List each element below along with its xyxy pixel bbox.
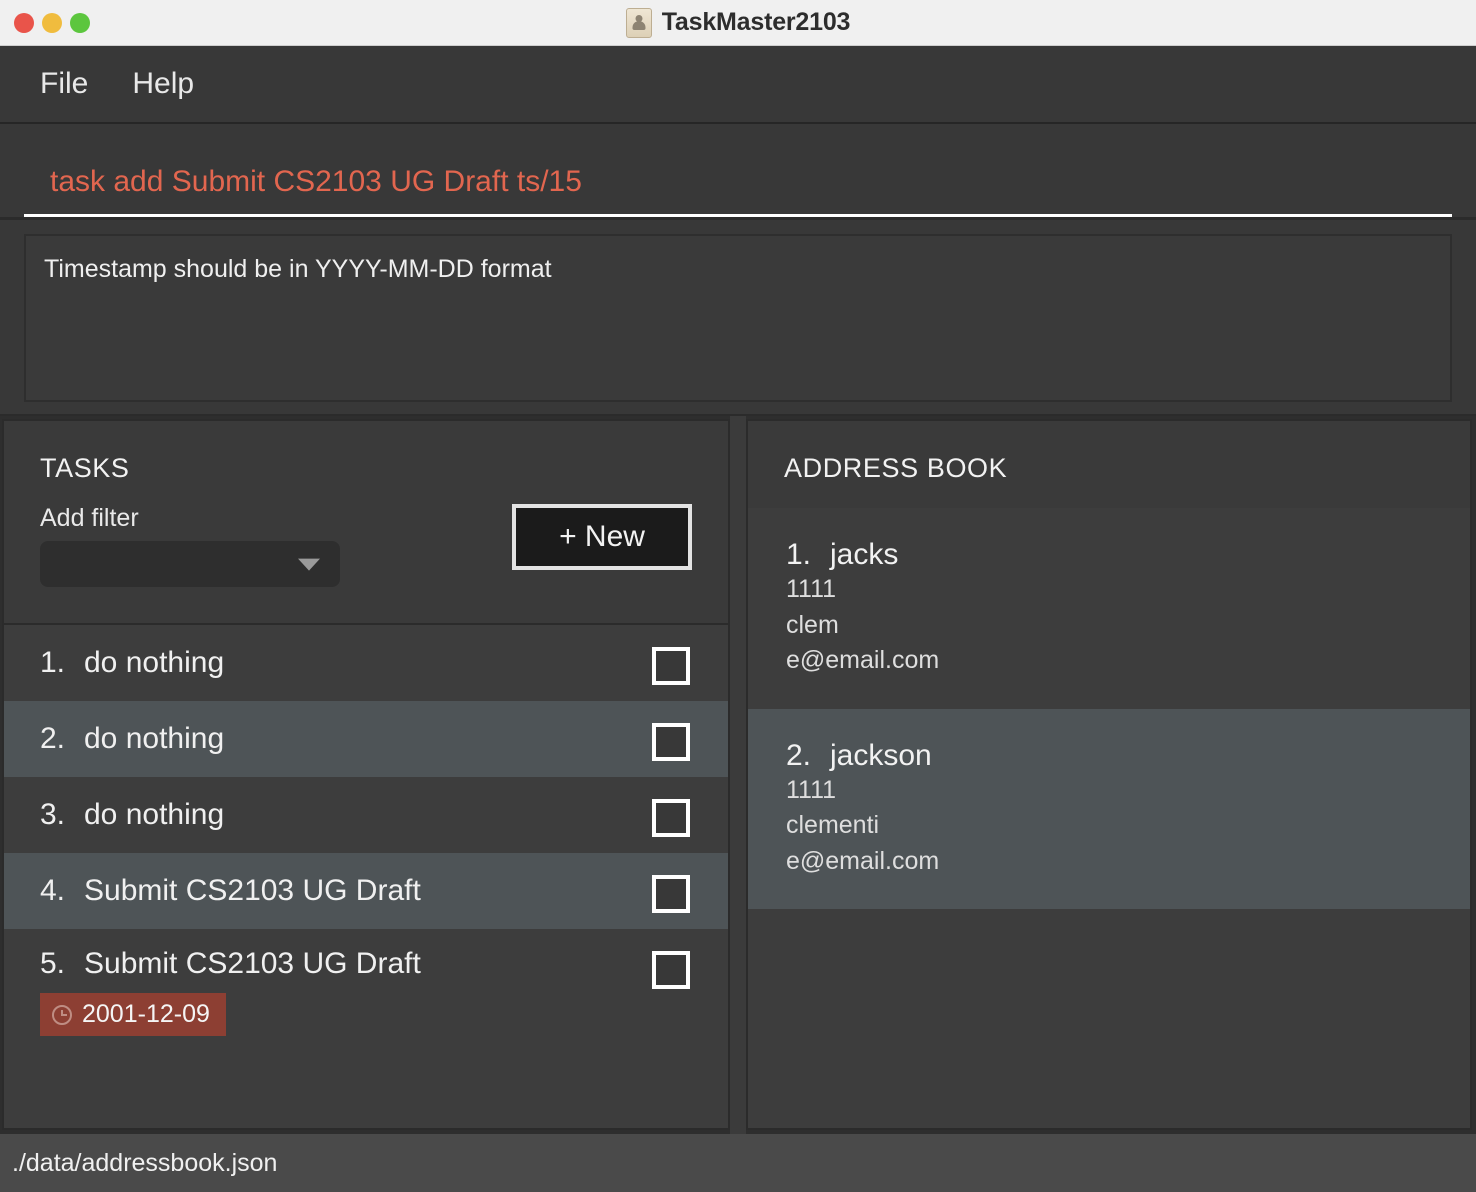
person-address: clem xyxy=(786,610,839,639)
person-name: jackson xyxy=(830,738,932,772)
person-list-item[interactable]: 1. jacks 1111 clem e@email.com xyxy=(748,508,1470,709)
task-done-checkbox[interactable] xyxy=(652,951,690,989)
task-list-item[interactable]: 5. Submit CS2103 UG Draft 2001-12-09 xyxy=(4,929,728,1081)
result-display-box: Timestamp should be in YYYY-MM-DD format xyxy=(24,234,1452,402)
task-due-date-badge: 2001-12-09 xyxy=(40,993,226,1036)
tasks-panel-title: TASKS xyxy=(40,453,130,483)
new-task-button[interactable]: + New xyxy=(512,504,692,570)
window-controls xyxy=(14,12,90,33)
task-name: Submit CS2103 UG Draft xyxy=(84,874,421,907)
close-button[interactable] xyxy=(14,12,34,33)
task-list-item[interactable]: 1. do nothing xyxy=(4,625,728,701)
task-done-checkbox[interactable] xyxy=(652,647,690,685)
person-address: clementi xyxy=(786,811,880,839)
task-list-item[interactable]: 2. do nothing xyxy=(4,701,728,777)
tasks-panel-header: TASKS xyxy=(4,421,728,484)
chevron-down-icon xyxy=(298,558,320,571)
task-index: 4. xyxy=(40,874,66,907)
person-email: e@email.com xyxy=(786,646,940,674)
minimize-button[interactable] xyxy=(42,12,62,33)
task-index: 2. xyxy=(40,722,66,755)
task-done-checkbox[interactable] xyxy=(652,799,690,837)
task-index: 1. xyxy=(40,646,66,679)
status-bar: ./data/addressbook.json xyxy=(0,1134,1476,1192)
task-done-checkbox[interactable] xyxy=(652,875,690,913)
tasks-panel: TASKS Add filter + New 1. do nothing 2. … xyxy=(2,419,730,1130)
command-input-underline xyxy=(24,214,1452,217)
tasks-filter-spacer xyxy=(4,587,728,623)
app-window: TaskMaster2103 File Help task add Submit… xyxy=(0,0,1476,1192)
address-book-panel-header: ADDRESS BOOK xyxy=(748,421,1470,484)
window-titlebar: TaskMaster2103 xyxy=(0,0,1476,46)
address-book-panel-title: ADDRESS BOOK xyxy=(784,453,1008,483)
menu-bar: File Help xyxy=(0,46,1476,124)
person-list-item[interactable]: 2. jackson 1111 clementi e@email.com xyxy=(748,708,1470,909)
result-display-region: Timestamp should be in YYYY-MM-DD format xyxy=(0,220,1476,416)
task-list-item[interactable]: 3. do nothing xyxy=(4,777,728,853)
result-message: Timestamp should be in YYYY-MM-DD format xyxy=(44,255,552,283)
task-due-date: 2001-12-09 xyxy=(82,1000,210,1028)
task-name: do nothing xyxy=(84,798,225,831)
person-phone: 1111 xyxy=(786,775,837,804)
command-input[interactable]: task add Submit CS2103 UG Draft ts/15 xyxy=(24,165,1452,214)
splitter-grip[interactable] xyxy=(730,416,746,1134)
window-title-group: TaskMaster2103 xyxy=(0,0,1476,45)
add-filter-label: Add filter xyxy=(40,504,139,532)
address-book-panel: ADDRESS BOOK 1. jacks 1111 clem e@email.… xyxy=(746,419,1472,1130)
clock-icon xyxy=(52,1004,72,1025)
menu-item-help[interactable]: Help xyxy=(130,65,196,103)
person-index: 1. xyxy=(786,538,812,571)
main-split-pane: TASKS Add filter + New 1. do nothing 2. … xyxy=(0,416,1476,1134)
task-name: do nothing xyxy=(84,646,225,679)
zoom-button[interactable] xyxy=(70,12,90,33)
window-title: TaskMaster2103 xyxy=(661,8,851,36)
person-name: jacks xyxy=(830,538,899,571)
panel-splitter[interactable] xyxy=(730,416,746,1134)
person-phone: 1111 xyxy=(786,575,837,603)
task-name: do nothing xyxy=(84,722,225,755)
task-done-checkbox[interactable] xyxy=(652,723,690,761)
save-location-path: ./data/addressbook.json xyxy=(12,1148,278,1177)
task-index: 5. xyxy=(40,947,66,980)
add-filter-dropdown[interactable] xyxy=(40,541,340,587)
person-list[interactable]: 1. jacks 1111 clem e@email.com 2. jackso… xyxy=(748,508,1470,1128)
address-book-person-icon xyxy=(625,7,652,38)
task-name: Submit CS2103 UG Draft xyxy=(84,947,421,980)
person-email: e@email.com xyxy=(786,846,940,875)
person-index: 2. xyxy=(786,738,812,772)
task-index: 3. xyxy=(40,798,66,831)
command-box-region: task add Submit CS2103 UG Draft ts/15 xyxy=(0,124,1476,220)
menu-item-file[interactable]: File xyxy=(38,65,90,103)
task-list[interactable]: 1. do nothing 2. do nothing 3. do nothin… xyxy=(4,623,728,1128)
tasks-filter-row: Add filter + New xyxy=(4,484,728,587)
task-list-item[interactable]: 4. Submit CS2103 UG Draft xyxy=(4,853,728,929)
